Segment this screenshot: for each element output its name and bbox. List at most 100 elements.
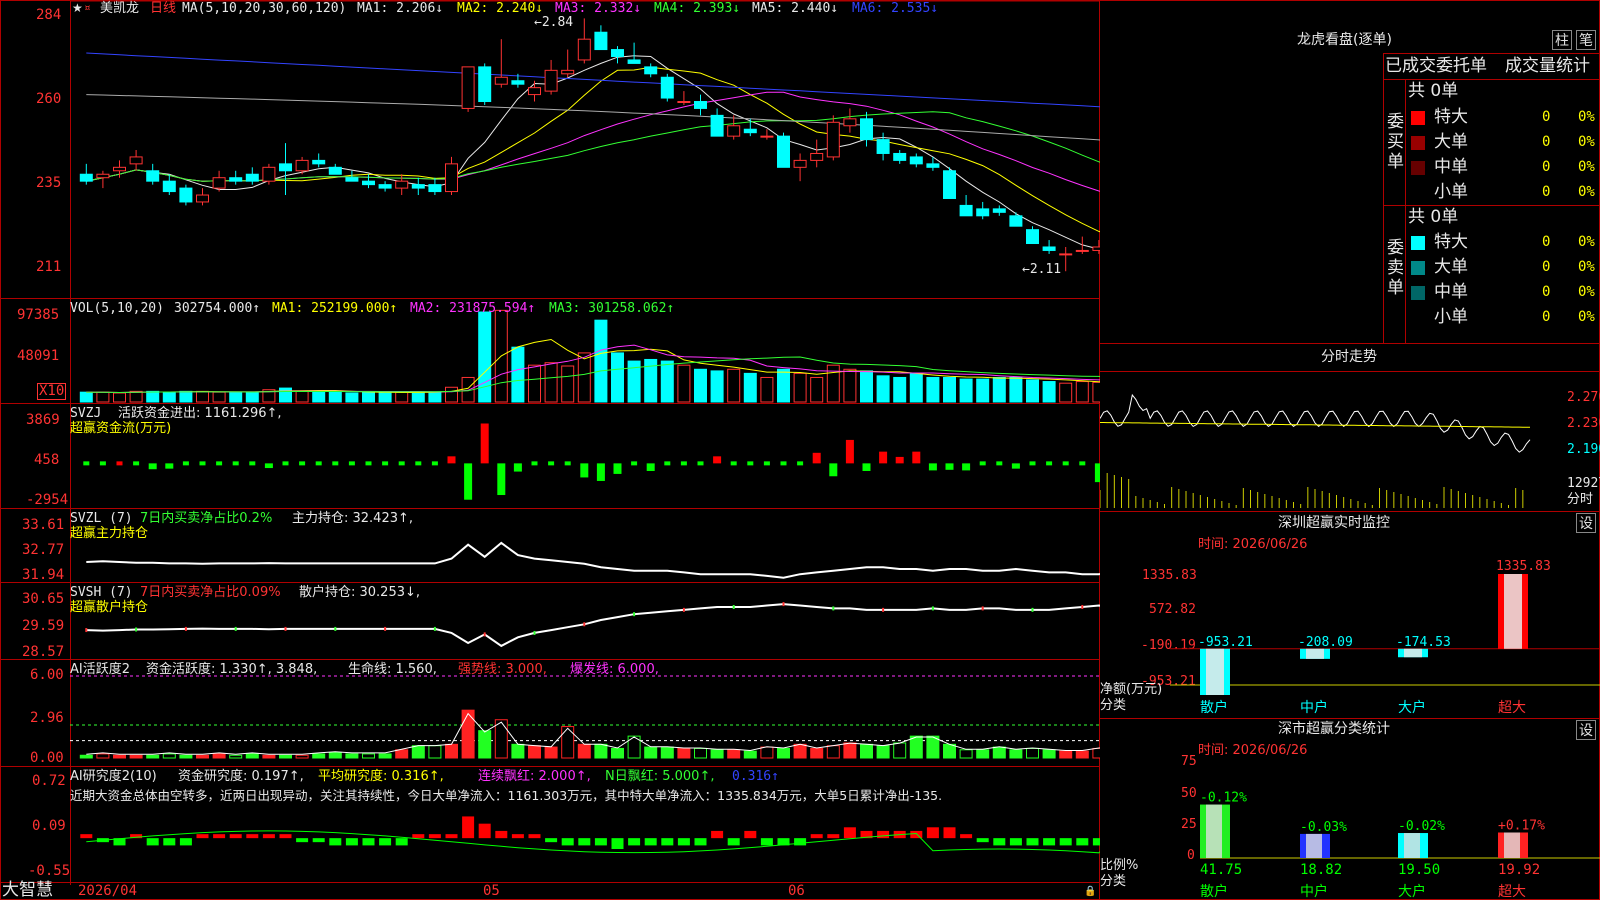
ai-research-bar xyxy=(80,834,93,839)
ai-research-bar xyxy=(545,838,558,843)
vol-bar xyxy=(959,378,973,403)
ma1-label: MA1: 2.206↓ xyxy=(357,1,444,16)
vol-bar xyxy=(727,368,741,403)
vol-bar xyxy=(594,319,608,403)
ai-research-bar xyxy=(561,838,574,846)
ai-active-bar xyxy=(196,754,209,759)
candle-body xyxy=(810,152,824,161)
flag-icon: ¤ xyxy=(84,1,91,14)
svsh-dot xyxy=(284,626,287,631)
ai-active-bar xyxy=(743,750,757,759)
ai-research-bar xyxy=(910,830,923,839)
svzl-ratio: 7日内买卖净占比0.2% xyxy=(140,511,273,526)
svsh-dot xyxy=(931,606,934,611)
ai-active-bar xyxy=(893,742,907,759)
svzj-bar xyxy=(548,461,555,466)
ai-active-bar xyxy=(677,747,691,759)
candle-body xyxy=(478,66,492,103)
svsh-dot xyxy=(184,626,187,631)
ai-active-bar xyxy=(1092,747,1100,759)
svzj-bar xyxy=(249,461,256,466)
vol-bar xyxy=(312,390,326,403)
candle-body xyxy=(992,208,1006,213)
svzj-bar xyxy=(497,463,506,496)
svzj-bar xyxy=(431,461,438,466)
svzj-bar xyxy=(365,461,372,466)
svzj-bar xyxy=(282,461,289,466)
ai-research-bar xyxy=(594,838,607,846)
ai-research-bar xyxy=(794,838,807,846)
svzj-bar xyxy=(232,461,239,466)
svzj-bar xyxy=(780,461,787,466)
svzj-bar xyxy=(264,463,273,469)
vol-ma3: MA3: 301258.062↑ xyxy=(549,301,675,316)
candle-body xyxy=(461,66,475,109)
ai-active-bar xyxy=(1026,747,1039,759)
main-chart-svg[interactable] xyxy=(0,0,1100,900)
classify-value-label: 19.92 xyxy=(1498,862,1540,878)
ai-research-bar xyxy=(628,838,641,846)
lock-icon[interactable]: 🔒 xyxy=(1084,884,1096,899)
ai-research-bar xyxy=(296,838,309,843)
svzl-value: 主力持仓: 32.423↑, xyxy=(292,511,414,526)
ai-research-bar xyxy=(412,834,425,839)
ai-active-bar xyxy=(461,709,475,759)
ai-active-bar xyxy=(179,754,193,759)
candle-body xyxy=(893,152,907,161)
ai-active-bar xyxy=(362,753,375,759)
monitor-bar-value: -208.09 xyxy=(1298,635,1353,650)
stock-name[interactable]: 美凯龙 xyxy=(100,1,139,16)
ai-research-ytick-2: 0.09 xyxy=(32,818,66,834)
star-icon[interactable]: ★ xyxy=(72,1,83,16)
candle-body xyxy=(245,173,259,182)
candle-body xyxy=(196,194,209,203)
svzj-bar xyxy=(928,463,937,471)
svzj-bar xyxy=(797,461,804,466)
ai-research-bar xyxy=(528,834,541,839)
svzj-bar xyxy=(513,463,522,472)
candle-body xyxy=(129,156,143,165)
vol-bar xyxy=(162,391,176,403)
ai-active-bar xyxy=(212,753,226,759)
ai-research-comment: 近期大资金总体由空转多，近两日出现异动，关注其持续性，今日大单净流入：1161.… xyxy=(70,788,943,803)
right-chart-svg[interactable]: -953.21 散户 -208.09 中户 -174.53 大户 1335.83 超大 -0.1… xyxy=(1100,0,1600,900)
ai-research-v2: 平均研究度: 0.316↑, xyxy=(318,769,444,784)
stock-period[interactable]: 日线 xyxy=(150,1,176,16)
vol-bar xyxy=(660,360,674,403)
svzl-ytick-1: 33.61 xyxy=(22,517,65,533)
ai-active-ytick-1: 6.00 xyxy=(30,667,64,683)
ai-research-bar xyxy=(744,830,757,839)
ai-active-bar xyxy=(860,743,873,759)
candle-body xyxy=(594,31,608,51)
svzj-bar xyxy=(531,461,538,466)
vol-bar xyxy=(810,376,824,403)
svzj-bar xyxy=(580,463,589,478)
candle-body xyxy=(113,166,126,172)
candle-body xyxy=(694,101,707,109)
candle-body xyxy=(528,87,541,96)
svzj-bar xyxy=(763,461,770,466)
svzj-value: 活跃资金进出: 1161.296↑, xyxy=(118,406,282,421)
ma2-label: MA2: 2.240↓ xyxy=(457,1,544,16)
ai-research-ytick-3: -0.55 xyxy=(28,863,71,879)
candle-body xyxy=(1042,246,1056,251)
ai-active-bar xyxy=(395,749,409,759)
vol-bar xyxy=(345,392,359,403)
candle-body xyxy=(511,80,525,85)
candle-body xyxy=(212,177,226,189)
svsh-dot xyxy=(782,602,785,607)
ai-research-v5: 0.316↑ xyxy=(732,769,779,784)
ai-active-bar xyxy=(710,749,724,759)
ai-active-bar xyxy=(312,753,326,759)
candle-body xyxy=(1092,246,1100,251)
svsh-dot xyxy=(135,627,138,632)
candle-body xyxy=(843,118,857,127)
ai-active-v4: 爆发线: 6.000, xyxy=(570,662,659,677)
svsh-dot xyxy=(633,612,636,617)
ai-active-bar xyxy=(843,742,857,759)
svsh-title: SVSH (7) xyxy=(70,585,133,600)
monitor-bar-shine xyxy=(1404,648,1422,658)
svsh-dot xyxy=(483,632,486,637)
ai-research-bar xyxy=(578,838,591,846)
vol-bar xyxy=(710,370,724,403)
